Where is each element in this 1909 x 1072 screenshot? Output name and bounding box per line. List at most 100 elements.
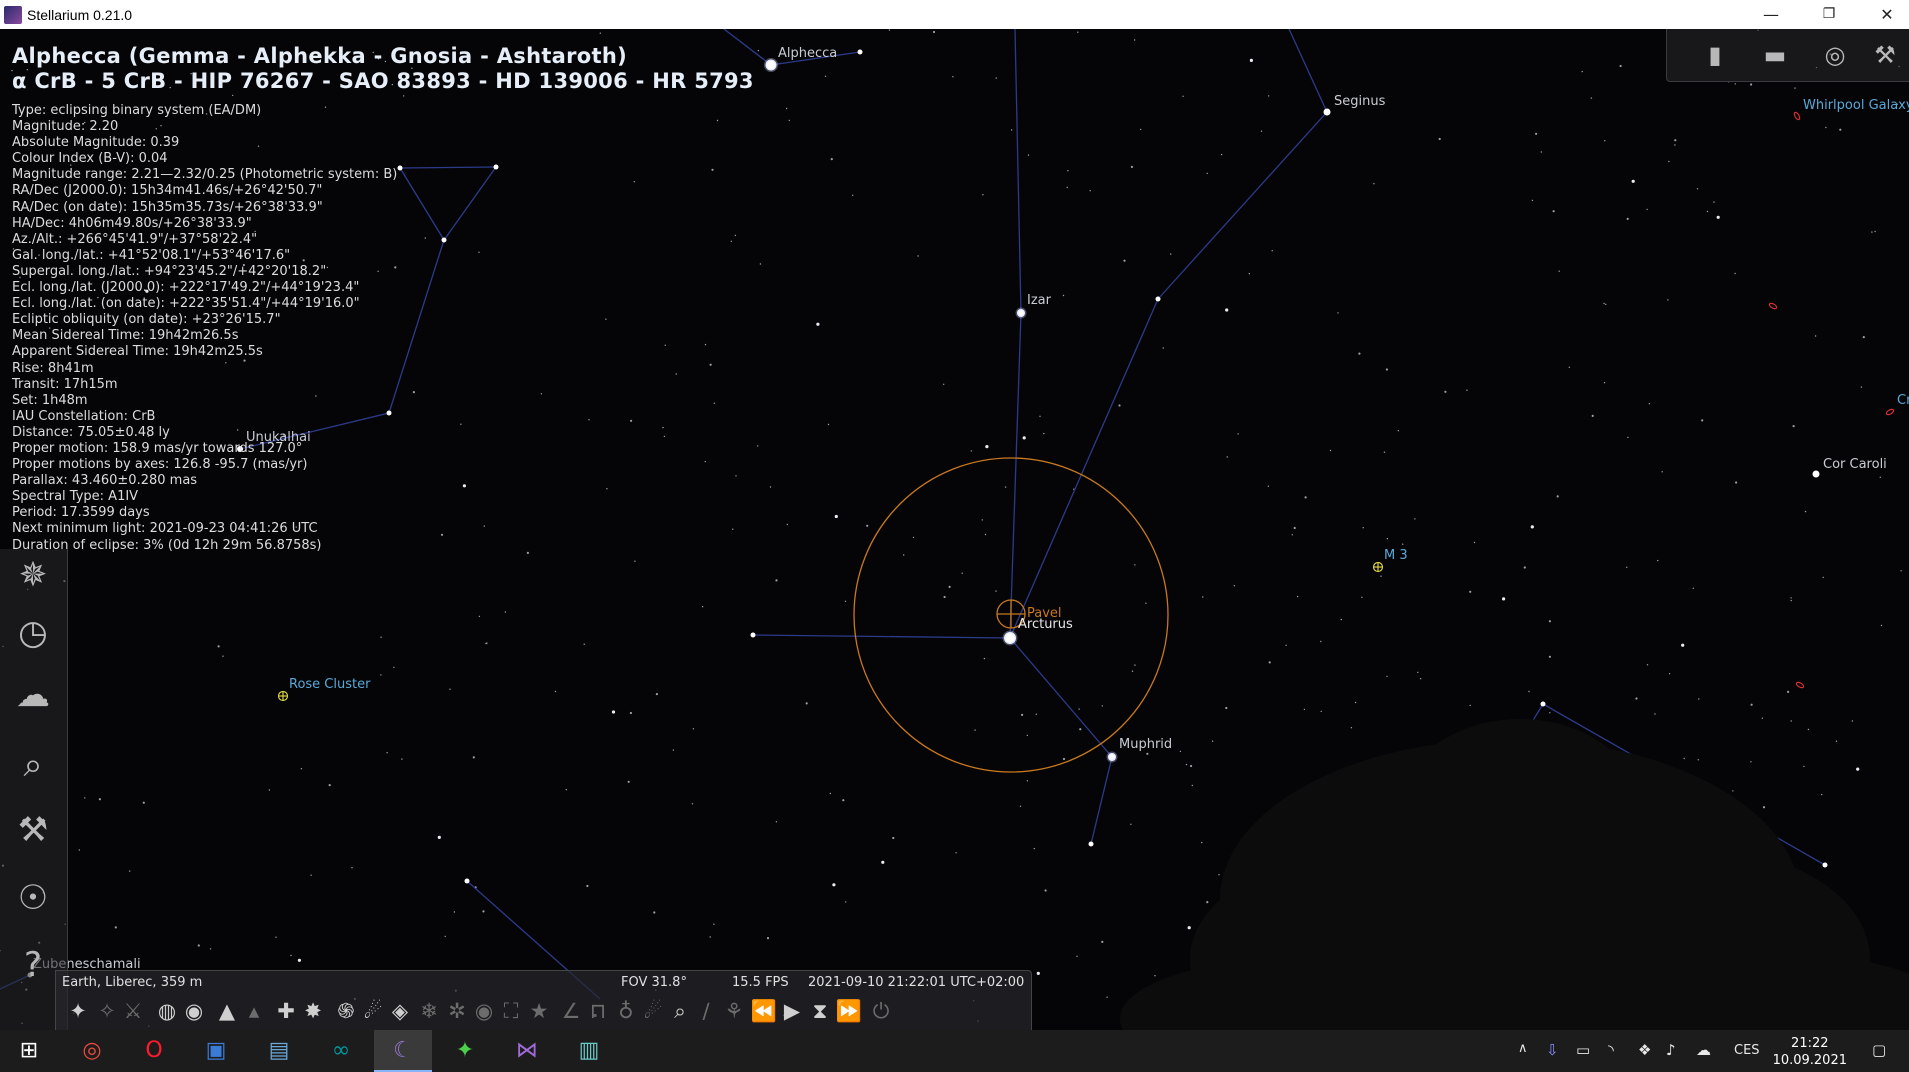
telrad-icon[interactable]: ◎	[1817, 37, 1853, 73]
wrench-icon[interactable]: ⚒	[1867, 37, 1903, 73]
dso-label-rose-cluster[interactable]: Rose Cluster	[289, 677, 370, 692]
fps-status: 15.5 FPS	[732, 975, 789, 990]
close-button[interactable]: ✕	[1858, 0, 1909, 29]
info-line: HA/Dec: 4h06m49.80s/+26°38'33.9"	[12, 215, 252, 231]
info-line: Proper motions by axes: 126.8 -95.7 (mas…	[12, 457, 308, 473]
satellites-button[interactable]: ♁	[612, 997, 640, 1025]
star-label-izar[interactable]: Izar	[1027, 293, 1051, 308]
save-app-icon[interactable]: ▣	[187, 1030, 245, 1072]
battery-icon[interactable]: ▭	[1576, 1041, 1590, 1059]
dropbox-icon[interactable]: ❖	[1638, 1041, 1651, 1059]
start-button[interactable]: ⊞	[0, 1030, 58, 1072]
info-line: Parallax: 43.460±0.280 mas	[12, 473, 198, 489]
nebulae-button[interactable]: ✸	[299, 997, 327, 1025]
star[interactable]	[1822, 862, 1828, 868]
onedrive-icon[interactable]: ☁	[1696, 1041, 1711, 1059]
meteor-showers-button[interactable]: ❄	[415, 997, 443, 1025]
download-tray-icon[interactable]: ⇩	[1546, 1041, 1559, 1059]
star-label-arcturus[interactable]: Arcturus	[1018, 617, 1073, 632]
constellation-labels-button[interactable]: ✧	[93, 997, 121, 1025]
configuration-window-icon[interactable]: ⚒	[10, 807, 56, 853]
wifi-icon[interactable]: ◝	[1608, 1041, 1614, 1059]
minimize-button[interactable]: —	[1742, 0, 1800, 29]
equatorial-grid-button[interactable]: ◍	[153, 997, 181, 1025]
telescope-button[interactable]: ∕	[692, 997, 720, 1025]
play-button[interactable]: ▶	[778, 997, 806, 1025]
sky-viewing-options-icon[interactable]: ☁	[10, 672, 56, 718]
constellation-lines-button[interactable]: ✦	[64, 997, 92, 1025]
help-window-icon[interactable]: ?	[10, 942, 56, 988]
real-time-button[interactable]: ⧗	[806, 997, 834, 1025]
star-label-cor-caroli[interactable]: Cor Caroli	[1823, 457, 1887, 472]
stellarium-icon[interactable]: ☾	[374, 1030, 432, 1072]
sky-view[interactable]: Alphecca (Gemma - Alphekka - Gnosia - As…	[0, 29, 1909, 1030]
star[interactable]	[1540, 701, 1546, 707]
restore-button[interactable]: ❐	[1800, 0, 1858, 29]
ocular-icon[interactable]: ▬	[1757, 37, 1793, 73]
planet-labels-button[interactable]: ☄	[359, 997, 387, 1025]
angle-measure-button[interactable]: ∠	[557, 997, 585, 1025]
star[interactable]	[750, 632, 756, 638]
star-label-seginus[interactable]: Seginus	[1334, 94, 1385, 109]
trash-icon[interactable]: ▮	[1697, 37, 1733, 73]
full-screen-button[interactable]: ⛶	[497, 997, 525, 1025]
astronomical-calculations-icon[interactable]: ☉	[10, 875, 56, 921]
scenery-button[interactable]: ⚘	[720, 997, 748, 1025]
star-label-muphrid[interactable]: Muphrid	[1119, 737, 1172, 752]
arduino-icon[interactable]: ∞	[312, 1030, 370, 1072]
star[interactable]	[397, 165, 403, 171]
izar-star[interactable]	[1015, 307, 1027, 319]
increase-speed-button[interactable]: ⏩	[835, 997, 863, 1025]
dso-label-whirlpool-galaxy[interactable]: Whirlpool Galaxy	[1803, 98, 1909, 113]
bookmarks-button[interactable]: ★	[525, 997, 553, 1025]
meteors-button[interactable]: ☄	[639, 997, 667, 1025]
star-label-alphecca[interactable]: Alphecca	[778, 46, 837, 61]
opera-icon[interactable]: O	[125, 1030, 183, 1072]
taskbar-clock[interactable]: 21:22 10.09.2021	[1773, 1035, 1847, 1069]
galaxy-button[interactable]: ֍	[332, 997, 360, 1025]
window-app-icon[interactable]: ▥	[560, 1030, 618, 1072]
azimuthal-grid-button[interactable]: ◉	[180, 997, 208, 1025]
star[interactable]	[441, 237, 447, 243]
language-indicator[interactable]: CES	[1734, 1043, 1760, 1058]
star[interactable]	[1155, 296, 1161, 302]
dso-label-cr[interactable]: Cr	[1897, 393, 1909, 408]
exoplanets-button[interactable]: ◈	[386, 997, 414, 1025]
left-toolbar: ✵ ◷ ☁ ⌕ ⚒ ☉ ?	[0, 549, 68, 1030]
star[interactable]	[493, 164, 499, 170]
show-hidden-icons-icon[interactable]: ∧	[1518, 1041, 1528, 1056]
search-window-icon[interactable]: ⌕	[10, 742, 56, 788]
info-line: Spectral Type: A1IV	[12, 489, 139, 505]
night-mode-button[interactable]: ◉	[470, 997, 498, 1025]
equatorial-mount-button[interactable]: ✲	[443, 997, 471, 1025]
chrome-icon[interactable]: ◎	[63, 1030, 121, 1072]
quit-button[interactable]: ⏻	[867, 997, 895, 1025]
explorer-icon[interactable]: ▤	[250, 1030, 308, 1072]
star-label-unukalhai[interactable]: Unukalhai	[246, 430, 311, 445]
info-line: Duration of eclipse: 3% (0d 12h 29m 56.8…	[12, 537, 322, 553]
dso-label-m3[interactable]: M 3	[1384, 548, 1408, 563]
volume-icon[interactable]: ♪	[1666, 1041, 1676, 1059]
location-window-icon[interactable]: ✵	[10, 552, 56, 598]
alphecca-star[interactable]	[764, 58, 778, 72]
cardinal-points-button[interactable]: ▴	[240, 997, 268, 1025]
star[interactable]	[1088, 841, 1094, 847]
archaeo-lines-button[interactable]: ⊓	[584, 997, 612, 1025]
notifications-icon[interactable]: ▢	[1872, 1041, 1886, 1059]
star[interactable]	[857, 49, 863, 55]
ground-button[interactable]: ▲	[213, 997, 241, 1025]
seginus-star[interactable]	[1323, 108, 1331, 116]
atmosphere-button[interactable]: ✚	[272, 997, 300, 1025]
oculars-button[interactable]: ⌕	[666, 997, 694, 1025]
visual-studio-icon[interactable]: ⋈	[498, 1030, 556, 1072]
star[interactable]	[464, 878, 470, 884]
arcturus-star[interactable]	[1002, 630, 1018, 646]
bottom-toolbar: Earth, Liberec, 359 m FOV 31.8° 15.5 FPS…	[55, 970, 1032, 1030]
info-line: Ecl. long./lat. (on date): +222°35'51.4"…	[12, 296, 360, 312]
cor-caroli-star[interactable]	[1812, 470, 1820, 478]
muphrid-star[interactable]	[1106, 751, 1118, 763]
date-time-window-icon[interactable]: ◷	[10, 610, 56, 656]
decrease-speed-button[interactable]: ⏪	[750, 997, 778, 1025]
constellation-art-button[interactable]: ⚔	[119, 997, 147, 1025]
green-app-icon[interactable]: ✦	[436, 1030, 494, 1072]
